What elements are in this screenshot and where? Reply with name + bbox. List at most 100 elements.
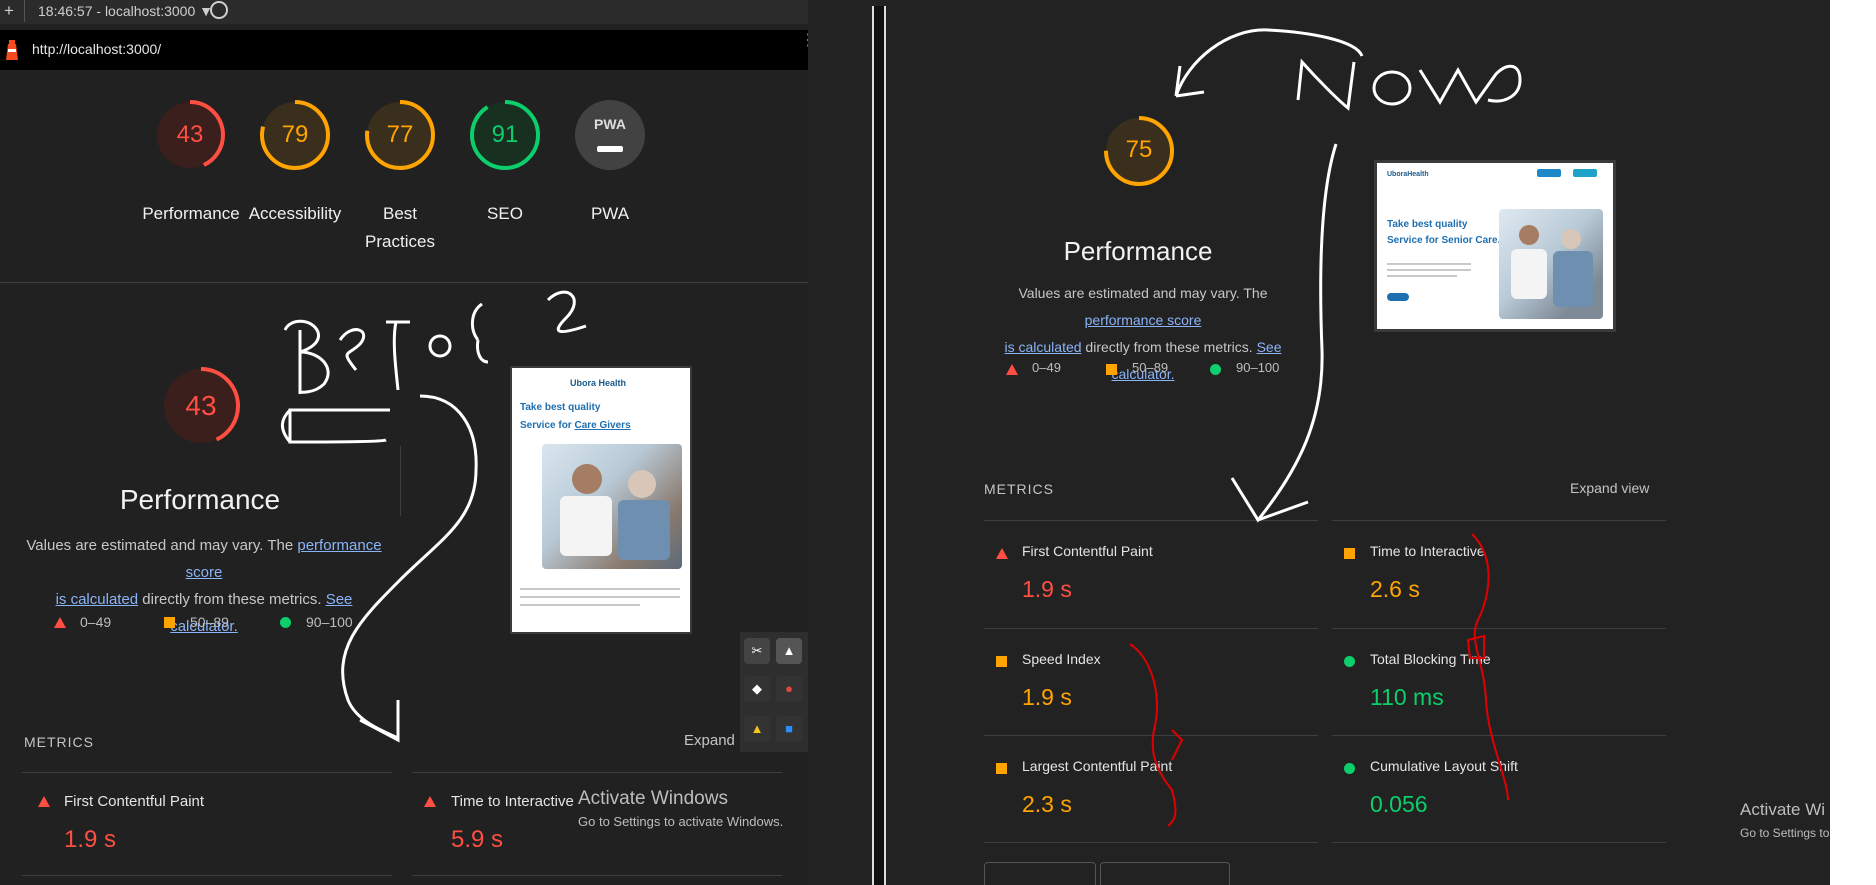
thumb-headline: Service for Senior Care.	[1387, 235, 1500, 246]
is-calculated-link[interactable]: is calculated	[56, 591, 139, 608]
filter-button[interactable]	[984, 862, 1096, 885]
thumb-text-line	[1387, 269, 1471, 271]
metric-divider	[412, 772, 782, 773]
section-divider	[0, 282, 808, 283]
metric-cls-label: Cumulative Layout Shift	[1370, 758, 1518, 774]
pwa-badge[interactable]: PWA	[575, 100, 645, 190]
gauge-score: 75	[1125, 136, 1153, 163]
activate-windows-title: Activate Wi	[1740, 800, 1826, 819]
gauge-label-performance: Performance	[142, 204, 240, 223]
person-head-image	[1561, 229, 1581, 249]
fail-triangle-icon	[54, 617, 66, 628]
is-calculated-link[interactable]: is calculated	[1004, 339, 1081, 355]
lighthouse-icon	[6, 40, 18, 60]
gauge-label-best-practices: Best Practices	[345, 200, 455, 256]
metric-divider	[984, 735, 1318, 736]
metric-divider	[1332, 735, 1666, 736]
metric-fcp-value: 1.9 s	[64, 826, 117, 853]
more-menu-icon[interactable]: ⋮	[800, 33, 808, 49]
gauge-label-pwa: PWA	[590, 204, 630, 223]
metric-tbt-value: 110 ms	[1370, 684, 1444, 710]
performance-gauge[interactable]: 43	[155, 100, 225, 190]
metric-tti-value: 2.6 s	[1370, 576, 1420, 602]
report-url[interactable]: http://localhost:3000/	[32, 41, 161, 57]
legend-pass: 90–100	[1236, 360, 1280, 375]
gauge-label-accessibility: Accessibility	[248, 204, 342, 223]
gauge-score: 43	[185, 390, 217, 421]
thumb-headline: Take best quality	[1387, 219, 1468, 230]
browser-topbar: + 18:46:57 - localhost:3000 ▼	[0, 0, 808, 24]
metrics-heading: METRICS	[24, 734, 94, 750]
expand-view-button[interactable]: Expand	[684, 732, 735, 749]
thumb-brand: UboraHealth	[1387, 171, 1429, 178]
desc-text: Values are estimated and may vary. The	[1018, 285, 1268, 301]
thumb-headline: Service for Care Givers	[520, 420, 631, 431]
gauge-score: 43	[176, 121, 204, 148]
thumb-text: Service for	[520, 420, 575, 431]
metric-tti-label: Time to Interactive	[451, 793, 574, 810]
zoom-icon[interactable]: ■	[776, 716, 802, 742]
legend-fail: 0–49	[1032, 360, 1061, 375]
thumb-photo	[542, 444, 682, 569]
desc-text: directly from these metrics.	[138, 591, 326, 608]
google-drive-icon[interactable]: ▲	[744, 716, 770, 742]
thumb-cta-button	[1387, 293, 1409, 301]
metric-divider	[22, 875, 392, 876]
legend-average: 50–89	[1132, 360, 1169, 375]
cursor-app-icon[interactable]: ▲	[776, 638, 802, 664]
person-body-image	[618, 500, 670, 560]
metric-tti-label: Time to Interactive	[1370, 543, 1485, 559]
gauge-score: 91	[491, 121, 519, 148]
gauge-score: 77	[386, 121, 414, 148]
pass-circle-icon	[1344, 763, 1355, 774]
system-tray-overflow: ✂ ▲ ◆ ● ▲ ■	[740, 632, 808, 752]
best-practices-gauge[interactable]: 77	[365, 100, 435, 190]
sniper-tool-icon[interactable]: ✂	[744, 638, 770, 664]
chrome-icon[interactable]: ●	[776, 676, 802, 702]
thumb-text-line	[1387, 263, 1471, 265]
thumb-photo	[1499, 209, 1603, 319]
thumb-text-line	[1387, 275, 1457, 277]
desc-text: Values are estimated and may vary. The	[26, 537, 298, 554]
thumb-text-line	[520, 588, 680, 590]
legend-pass: 90–100	[306, 614, 353, 630]
activate-windows-title: Activate Windows	[578, 788, 728, 809]
thumb-nav-button	[1537, 169, 1561, 177]
new-tab-button[interactable]: +	[4, 1, 14, 21]
block-icon[interactable]	[210, 1, 228, 19]
seo-gauge[interactable]: 91	[470, 100, 540, 190]
metric-divider	[22, 772, 392, 773]
metric-si-label: Speed Index	[1022, 651, 1101, 667]
thumb-brand: Ubora Health	[570, 378, 627, 388]
expand-view-button[interactable]: Expand view	[1570, 480, 1649, 496]
thumb-text-line	[520, 604, 640, 606]
accessibility-gauge[interactable]: 79	[260, 100, 330, 190]
pass-circle-icon	[1210, 364, 1221, 375]
fail-triangle-icon	[996, 548, 1008, 559]
performance-title: Performance	[119, 484, 281, 515]
page-screenshot-thumbnail[interactable]: UboraHealth Take best quality Service fo…	[1374, 160, 1616, 332]
report-timestamp: 18:46:57 - localhost:3000 ▼	[38, 3, 213, 19]
metric-divider	[984, 842, 1318, 843]
thumb-text-line	[520, 596, 680, 598]
person-body-image	[560, 496, 612, 556]
metric-si-value: 1.9 s	[1022, 684, 1072, 710]
url-bar: http://localhost:3000/ ⋮	[0, 30, 808, 70]
fail-triangle-icon	[1006, 364, 1018, 375]
thumb-headline: Take best quality	[520, 402, 601, 413]
view-treemap-button[interactable]	[1100, 862, 1230, 885]
average-square-icon	[1344, 548, 1355, 559]
vertical-divider	[400, 446, 401, 516]
performance-score-gauge: 43	[162, 367, 240, 457]
report-body	[900, 0, 1830, 885]
label-line: Best	[382, 204, 418, 223]
page-screenshot-thumbnail[interactable]: Ubora Health Take best quality Service f…	[510, 366, 692, 634]
shield-icon[interactable]: ◆	[744, 676, 770, 702]
performance-score-link[interactable]: performance score	[1085, 312, 1202, 328]
metric-divider	[412, 875, 782, 876]
gauge-label-seo: SEO	[487, 204, 523, 223]
before-report-panel: + 18:46:57 - localhost:3000 ▼ http://loc…	[0, 0, 808, 885]
metrics-heading: METRICS	[984, 481, 1054, 497]
fail-triangle-icon	[424, 796, 436, 807]
window-edge	[872, 6, 886, 885]
